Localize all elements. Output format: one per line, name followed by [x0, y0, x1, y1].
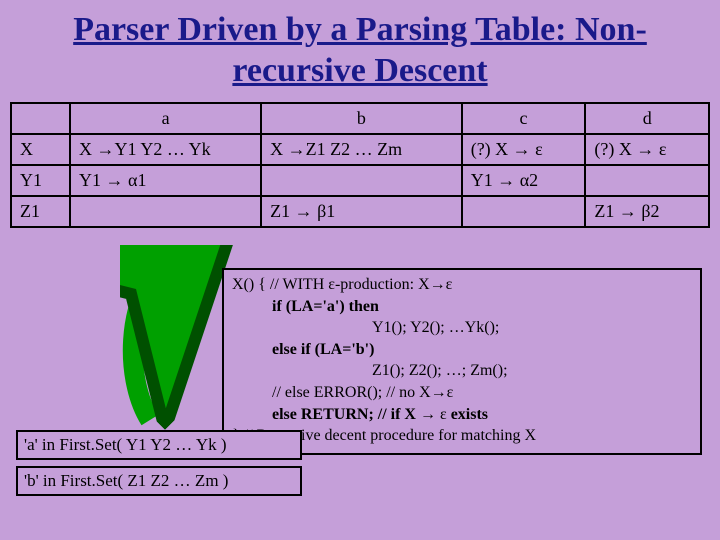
code-line: else RETURN; // if X → ε exists [272, 404, 692, 426]
cell: X →Y1 Y2 … Yk [70, 134, 261, 165]
code-line: if (LA='a') then [272, 296, 692, 318]
cell: (?) X → ε [585, 134, 709, 165]
col-header-a: a [70, 103, 261, 134]
row-header-X: X [11, 134, 70, 165]
cell: Y1 → α2 [462, 165, 586, 196]
code-fragment: → ε [420, 406, 447, 423]
table-header-row: a b c d [11, 103, 709, 134]
row-header-Z1: Z1 [11, 196, 70, 227]
col-header-d: d [585, 103, 709, 134]
cell: X →Z1 Z2 … Zm [261, 134, 462, 165]
code-fragment: else RETURN; // if X [272, 406, 420, 423]
cell [261, 165, 462, 196]
row-header-Y1: Y1 [11, 165, 70, 196]
code-line: X() { // WITH ε-production: X→ε [232, 274, 692, 296]
col-header-b: b [261, 103, 462, 134]
cell: Z1 → β2 [585, 196, 709, 227]
table-row: Z1 Z1 → β1 Z1 → β2 [11, 196, 709, 227]
code-line: // else ERROR(); // no X→ε [272, 382, 692, 404]
cell [585, 165, 709, 196]
first-set-a-box: 'a' in First.Set( Y1 Y2 … Yk ) [16, 430, 302, 460]
cell: Y1 → α1 [70, 165, 261, 196]
cell: (?) X → ε [462, 134, 586, 165]
cell [462, 196, 586, 227]
code-line: else if (LA='b') [272, 339, 692, 361]
table-row: X X →Y1 Y2 … Yk X →Z1 Z2 … Zm (?) X → ε … [11, 134, 709, 165]
cell: Z1 → β1 [261, 196, 462, 227]
col-header-c: c [462, 103, 586, 134]
code-fragment: exists [447, 406, 488, 423]
parsing-table-wrap: a b c d X X →Y1 Y2 … Yk X →Z1 Z2 … Zm (?… [10, 102, 710, 228]
table-row: Y1 Y1 → α1 Y1 → α2 [11, 165, 709, 196]
cell [70, 196, 261, 227]
slide-title: Parser Driven by a Parsing Table: Non-re… [0, 0, 720, 96]
code-line: Y1(); Y2(); …Yk(); [372, 317, 692, 339]
parsing-table: a b c d X X →Y1 Y2 … Yk X →Z1 Z2 … Zm (?… [10, 102, 710, 228]
pseudocode-box: X() { // WITH ε-production: X→ε if (LA='… [222, 268, 702, 455]
code-line: Z1(); Z2(); …; Zm(); [372, 360, 692, 382]
col-header-blank [11, 103, 70, 134]
first-set-b-box: 'b' in First.Set( Z1 Z2 … Zm ) [16, 466, 302, 496]
